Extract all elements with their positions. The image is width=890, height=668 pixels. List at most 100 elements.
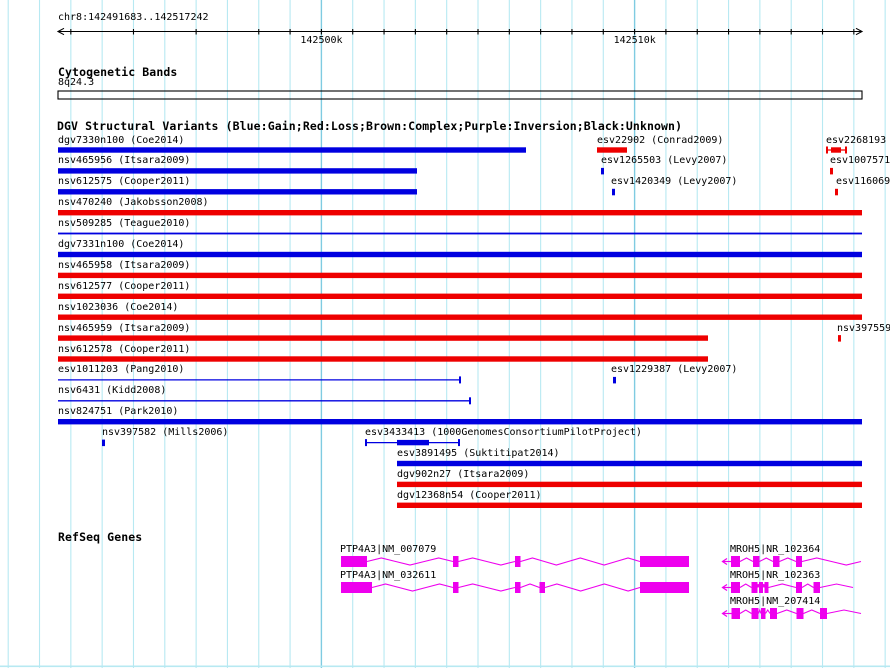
- variant-feature[interactable]: [612, 188, 615, 196]
- variant-label[interactable]: esv3433413 (1000GenomesConsortiumPilotPr…: [365, 428, 642, 438]
- intron-line: [776, 609, 797, 615]
- variant-label[interactable]: esv22902 (Conrad2009): [597, 135, 723, 146]
- variant-feature[interactable]: [58, 356, 708, 362]
- variant-label[interactable]: nsv824751 (Park2010): [58, 407, 178, 417]
- gene-label[interactable]: MROH5|NR_102364: [730, 545, 820, 555]
- gene-label[interactable]: MROH5|NM_207414: [730, 596, 820, 607]
- variant-feature[interactable]: [830, 167, 833, 175]
- variant-label[interactable]: dgv12368n54 (Cooper2011): [397, 490, 542, 501]
- variant-label[interactable]: dgv7331n100 (Coe2014): [58, 240, 184, 250]
- variant-label[interactable]: nsv465958 (Itsara2009): [58, 260, 190, 271]
- variant-feature[interactable]: [58, 376, 461, 384]
- variant-feature[interactable]: [397, 481, 862, 488]
- variant-label[interactable]: dgv7330n100 (Coe2014): [58, 135, 184, 146]
- variant-label[interactable]: dgv902n27 (Itsara2009): [397, 469, 529, 480]
- variant-label[interactable]: esv1229387 (Levy2007): [611, 365, 737, 375]
- variant-label[interactable]: esv1007571: [830, 156, 890, 166]
- variant-feature[interactable]: [58, 189, 417, 195]
- variant-feature[interactable]: [58, 272, 862, 279]
- axis-tick-label: 142510k: [613, 35, 656, 46]
- variant-label[interactable]: nsv397582 (Mills2006): [102, 428, 228, 438]
- variant-feature[interactable]: [838, 335, 841, 342]
- intron-line: [762, 583, 766, 588]
- variant-label[interactable]: nsv465956 (Itsara2009): [58, 156, 190, 166]
- region-coordinates-label: chr8:142491683..142517242: [58, 12, 209, 23]
- variant-feature[interactable]: [58, 419, 862, 425]
- variant-feature[interactable]: [601, 167, 604, 175]
- intron-line: [544, 583, 641, 592]
- variant-feature[interactable]: [58, 293, 862, 299]
- exon-box: [796, 556, 802, 567]
- exon-box: [515, 556, 521, 567]
- tracks-canvas: [0, 0, 890, 668]
- intron-line: [779, 557, 797, 563]
- variant-label[interactable]: esv2268193: [826, 135, 886, 146]
- exon-box: [341, 556, 367, 567]
- exon-box: [773, 556, 780, 567]
- exon-box: [770, 608, 777, 619]
- variant-feature[interactable]: [397, 502, 862, 508]
- intron-line: [756, 583, 760, 588]
- variant-label[interactable]: esv1265503 (Levy2007): [601, 156, 727, 166]
- exon-box: [640, 556, 689, 567]
- exon-box: [731, 608, 740, 619]
- gene-structure[interactable]: [341, 582, 689, 593]
- variant-label[interactable]: nsv1023036 (Coe2014): [58, 302, 178, 313]
- genome-browser-view: { "ruler": { "region_label": "chr8:14249…: [0, 0, 890, 668]
- variant-label[interactable]: nsv6431 (Kidd2008): [58, 386, 166, 396]
- exon-box: [813, 582, 820, 593]
- variant-feature[interactable]: [613, 376, 616, 384]
- exon-box: [515, 582, 521, 593]
- variant-label[interactable]: nsv509285 (Teague2010): [58, 219, 190, 229]
- intron-line: [765, 608, 771, 614]
- variant-label[interactable]: nsv612578 (Cooper2011): [58, 344, 190, 355]
- variant-feature[interactable]: [58, 251, 862, 258]
- variant-label[interactable]: nsv470240 (Jakobsson2008): [58, 198, 209, 208]
- bottom-border-line: [0, 665, 890, 668]
- intron-line: [458, 557, 516, 566]
- gene-label[interactable]: PTP4A3|NM_032611: [340, 571, 436, 581]
- exon-box: [640, 582, 689, 593]
- variant-feature[interactable]: [58, 210, 862, 216]
- exon-box: [751, 608, 759, 619]
- variant-label[interactable]: esv1011203 (Pang2010): [58, 365, 184, 375]
- intron-line: [819, 583, 854, 589]
- intron-line: [739, 557, 754, 562]
- gene-label[interactable]: MROH5|NR_102363: [730, 570, 820, 581]
- intron-line: [826, 609, 862, 615]
- variant-feature[interactable]: [58, 397, 471, 405]
- variant-feature[interactable]: [58, 232, 862, 235]
- variant-feature[interactable]: [826, 146, 847, 154]
- exon-box: [759, 582, 763, 593]
- variant-label[interactable]: nsv612577 (Cooper2011): [58, 281, 190, 292]
- variant-label[interactable]: esv1420349 (Levy2007): [611, 177, 737, 187]
- variant-label[interactable]: esv3891495 (Suktitipat2014): [397, 449, 560, 459]
- variant-label[interactable]: esv1160693: [836, 177, 890, 187]
- gene-label[interactable]: PTP4A3|NM_007079: [340, 545, 436, 555]
- exon-box: [751, 582, 758, 593]
- variant-feature[interactable]: [58, 314, 862, 320]
- variant-feature[interactable]: [58, 335, 708, 341]
- intron-line: [366, 557, 454, 566]
- intron-line: [801, 583, 814, 588]
- refseq-genes-section-title: RefSeq Genes: [58, 530, 143, 544]
- axis-tick-label: 142500k: [300, 35, 343, 46]
- exon-box: [796, 608, 804, 619]
- intron-line: [739, 609, 752, 614]
- exon-box: [796, 582, 802, 593]
- variant-feature[interactable]: [597, 147, 627, 153]
- variant-feature[interactable]: [102, 439, 105, 447]
- variant-label[interactable]: nsv612575 (Cooper2011): [58, 177, 190, 187]
- variant-label[interactable]: nsv465959 (Itsara2009): [58, 323, 190, 334]
- variant-feature[interactable]: [835, 188, 838, 196]
- variant-feature[interactable]: [58, 147, 526, 153]
- exon-box: [820, 608, 827, 619]
- gene-structure[interactable]: [341, 556, 689, 567]
- intron-line: [768, 583, 797, 589]
- intron-line: [458, 583, 516, 592]
- variant-feature[interactable]: [397, 460, 862, 467]
- gene-structure[interactable]: [721, 582, 854, 593]
- variant-label[interactable]: nsv397559: [837, 323, 890, 334]
- variant-feature[interactable]: [365, 439, 460, 447]
- variant-feature[interactable]: [58, 168, 417, 174]
